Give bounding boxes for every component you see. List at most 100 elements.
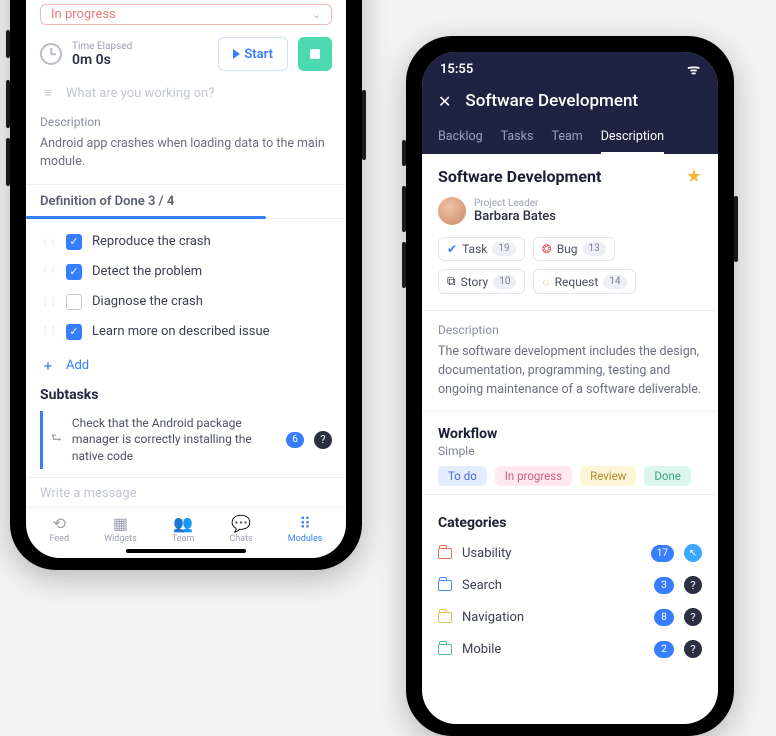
nav-label: Chats [229, 534, 252, 544]
checklist-item[interactable]: ⋮⋮ ✓ Learn more on described issue [40, 317, 332, 347]
stopwatch-icon [40, 43, 62, 65]
drag-handle-icon[interactable]: ⋮⋮ [40, 296, 56, 307]
checklist-item[interactable]: ⋮⋮✓Reproduce the crash [40, 227, 332, 257]
category-count-badge: 3 [654, 577, 674, 594]
type-label: Request [555, 275, 599, 289]
category-name: Navigation [462, 610, 644, 625]
time-elapsed-value: 0m 0s [72, 52, 208, 68]
type-count: 19 [492, 242, 515, 256]
checkbox[interactable] [66, 294, 82, 310]
add-checklist-item[interactable]: + Add [40, 351, 332, 381]
type-chip-bug[interactable]: ❂Bug13 [533, 237, 615, 261]
dod-checklist: ⋮⋮✓Reproduce the crash⋮⋮✓Detect the prob… [40, 219, 332, 351]
category-count-badge: 8 [654, 609, 674, 626]
folder-icon [438, 644, 452, 655]
bug-icon: ❂ [542, 242, 552, 256]
checklist-item[interactable]: ⋮⋮ Diagnose the crash [40, 287, 332, 317]
checklist-label: Learn more on described issue [92, 324, 270, 339]
nav-widgets[interactable]: ▦Widgets [104, 514, 137, 544]
type-label: Story [461, 275, 489, 289]
category-row[interactable]: Navigation 8? [438, 601, 702, 633]
workflow-label: Workflow [438, 426, 702, 442]
checklist-label: Detect the problem [92, 264, 202, 279]
screen-title: Software Development [465, 91, 638, 111]
state-done[interactable]: Done [644, 466, 691, 486]
category-row[interactable]: Search3? [438, 569, 702, 601]
drag-handle-icon[interactable]: ⋮⋮ [40, 236, 56, 247]
start-label: Start [244, 47, 273, 62]
type-chip-task[interactable]: ✔Task19 [438, 237, 525, 261]
category-row[interactable]: Usability 17 ↖ [438, 537, 702, 569]
help-icon[interactable]: ? [684, 608, 702, 626]
state-inprogress[interactable]: In progress [495, 466, 572, 486]
chats-icon: 💬 [231, 514, 251, 532]
drag-handle-icon[interactable]: ⋮⋮ [40, 266, 56, 277]
help-icon[interactable]: ? [684, 576, 702, 594]
checkbox[interactable]: ✓ [66, 324, 82, 340]
category-count-badge: 2 [654, 641, 674, 658]
play-icon [233, 49, 240, 59]
nav-label: Modules [288, 534, 323, 544]
tab-description[interactable]: Description [601, 123, 664, 154]
message-input[interactable]: Write a message [26, 477, 346, 507]
stop-timer-button[interactable] [298, 37, 332, 71]
close-icon[interactable]: ✕ [438, 92, 451, 111]
checkbox[interactable]: ✓ [66, 264, 82, 280]
subtask-icon: ⮑ [51, 429, 62, 450]
categories-label: Categories [438, 515, 702, 531]
category-name: Mobile [462, 642, 644, 657]
definition-of-done-header[interactable]: Definition of Done 3 / 4 [26, 184, 346, 219]
type-chip-story[interactable]: ⧉Story10 [438, 269, 525, 294]
check-icon: ✔ [447, 242, 457, 256]
home-indicator [126, 549, 246, 553]
checkbox[interactable]: ✓ [66, 234, 82, 250]
checklist-item[interactable]: ⋮⋮ ✓ Detect the problem [40, 257, 332, 287]
tab-team[interactable]: Team [551, 123, 582, 154]
status-dropdown[interactable]: In progress ⌄ [40, 4, 332, 25]
star-icon[interactable]: ★ [686, 166, 702, 187]
hw-button [6, 30, 10, 58]
nav-label: Widgets [104, 534, 137, 544]
nav-feed[interactable]: ⟲Feed [50, 514, 70, 544]
nav-chats[interactable]: 💬 Chats [229, 514, 252, 544]
text-icon: ≡ [40, 85, 56, 101]
tab-tasks[interactable]: Tasks [501, 123, 534, 154]
type-chip-request[interactable]: ◌Request14 [533, 269, 635, 294]
message-placeholder: Write a message [40, 486, 137, 501]
pointer-icon[interactable]: ↖ [684, 544, 702, 562]
checklist-label: Diagnose the crash [92, 294, 203, 309]
subtasks-label: Subtasks [40, 387, 332, 403]
time-elapsed-label: Time Elapsed [72, 41, 208, 52]
help-icon[interactable]: ? [314, 431, 332, 449]
type-label: Bug [557, 242, 578, 256]
nav-team[interactable]: 👥Team [172, 514, 195, 544]
phone-right: 15:55 ᯤ ✕ Software Development Backlog T… [406, 36, 734, 736]
chevron-down-icon: ⌄ [312, 8, 321, 21]
state-review[interactable]: Review [580, 466, 636, 486]
subtask-item[interactable]: ⮑ Check that the Android package manager… [40, 411, 332, 469]
dod-progress [26, 216, 266, 219]
category-row[interactable]: Mobile 2? [438, 633, 702, 665]
status-time: 15:55 [440, 62, 473, 77]
description-label: Description [40, 115, 332, 129]
nav-modules[interactable]: ⠿Modules [288, 514, 323, 544]
hw-button [6, 80, 10, 128]
project-leader[interactable]: Project Leader Barbara Bates [438, 197, 702, 225]
start-timer-button[interactable]: Start [218, 37, 288, 71]
hw-button [6, 138, 10, 186]
state-todo[interactable]: To do [438, 466, 487, 486]
plus-icon: + [40, 357, 56, 375]
divider [422, 310, 718, 311]
drag-handle-icon[interactable]: ⋮⋮ [40, 326, 56, 337]
leader-label: Project Leader [474, 198, 556, 209]
dod-label: Definition of Done 3 / 4 [26, 185, 346, 218]
folder-icon [438, 612, 452, 623]
tab-backlog[interactable]: Backlog [438, 123, 483, 154]
workflow-name: Simple [438, 444, 702, 458]
category-count-badge: 17 [651, 545, 674, 562]
project-tabs: Backlog Tasks Team Description [422, 123, 718, 154]
leader-avatar [438, 197, 466, 225]
help-icon[interactable]: ? [684, 640, 702, 658]
category-name: Usability [462, 546, 641, 561]
working-on-input[interactable]: ≡ What are you working on? [40, 85, 332, 101]
